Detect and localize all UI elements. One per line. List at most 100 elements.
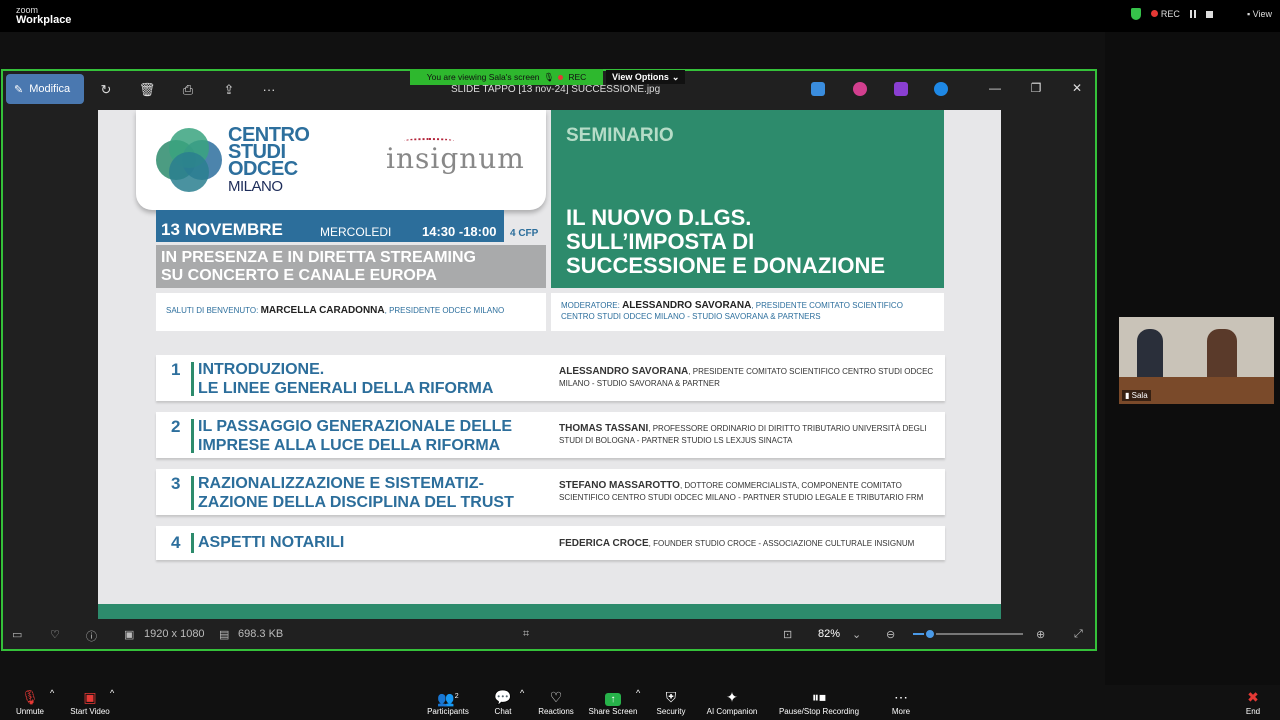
streaming-line: IN PRESENZA E IN DIRETTA STREAMING	[161, 249, 476, 266]
row-topic: ASPETTI NOTARILI	[198, 534, 345, 551]
image-canvas: CENTRO STUDI ODCEC MILANO insignum SEMIN…	[3, 109, 1095, 619]
row-number: 1	[171, 360, 181, 379]
view-label: View	[1252, 9, 1272, 19]
zoom-in-icon[interactable]: ⊕	[1036, 628, 1045, 641]
more-options-icon[interactable]: ···	[259, 80, 279, 100]
filmstrip-icon[interactable]: ▭	[12, 628, 22, 641]
clipchamp-app-icon[interactable]	[894, 82, 908, 96]
crop-scan-icon[interactable]: ⌗	[523, 628, 529, 641]
file-size-icon: ▤	[219, 629, 230, 641]
zoom-level[interactable]: 82%	[818, 628, 840, 640]
more-label: More	[891, 707, 911, 716]
end-button[interactable]: ✖ End	[1240, 685, 1266, 716]
row-topic: RAZIONALIZZAZIONE E SISTEMATIZ- ZAZIONE D…	[198, 475, 514, 511]
zoom-slider-thumb[interactable]	[923, 628, 936, 640]
fullscreen-icon[interactable]: ⤢	[1074, 628, 1083, 641]
security-label: Security	[656, 707, 686, 716]
end-label: End	[1245, 707, 1261, 716]
delete-icon[interactable]: 🗑	[137, 80, 157, 100]
copilot-app-icon[interactable]	[853, 82, 867, 96]
security-shield-icon[interactable]	[1130, 8, 1141, 20]
viewing-banner: You are viewing Sala's screen 🎙 REC	[410, 69, 603, 85]
security-button[interactable]: ⛨ Security	[654, 685, 688, 716]
share-screen-label: Share Screen	[588, 707, 638, 716]
more-dots-icon: ⋯	[894, 689, 908, 705]
edit-icon: ✎	[14, 83, 24, 96]
minimize-icon[interactable]: —	[986, 81, 1004, 95]
edit-button[interactable]: ✎ Modifica	[6, 74, 84, 104]
moderator-name: ALESSANDRO SAVORANA	[622, 300, 752, 311]
participants-count: 2	[454, 693, 459, 700]
ai-sparkle-icon: ✦	[726, 689, 738, 705]
chevron-down-icon: ⌄	[671, 71, 680, 82]
restore-icon[interactable]: ❐	[1027, 81, 1045, 95]
viewing-banner-text: You are viewing Sala's screen	[426, 72, 540, 82]
reactions-button[interactable]: ♡ Reactions	[536, 685, 576, 716]
image-dimensions: 1920 x 1080	[144, 628, 205, 640]
seminar-label: SEMINARIO	[566, 125, 674, 146]
seminar-slide-image: CENTRO STUDI ODCEC MILANO insignum SEMIN…	[98, 110, 1001, 619]
print-icon[interactable]: ⎙	[178, 80, 198, 100]
close-icon[interactable]: ✕	[1068, 81, 1086, 95]
share-screen-button[interactable]: ↑ Share Screen	[588, 685, 638, 716]
date-bar: 13 NOVEMBRE MERCOLEDI 14:30 -18:00	[156, 210, 504, 242]
chat-options-chevron-icon[interactable]: ^	[520, 688, 524, 698]
share-icon[interactable]: ⇪	[219, 80, 239, 100]
participants-button[interactable]: 👥2 Participants	[424, 685, 472, 716]
row-speaker: ALESSANDRO SAVORANA, PRESIDENTE COMITATO…	[559, 366, 934, 388]
row-divider	[191, 419, 194, 453]
pause-stop-icon: ⏸⏹	[812, 689, 826, 705]
row-divider	[191, 533, 194, 553]
unmute-button[interactable]: 🎙 Unmute	[12, 685, 48, 716]
seminar-title-line: SUCCESSIONE E DONAZIONE	[566, 253, 886, 278]
zoom-logo-line2: Workplace	[16, 14, 72, 26]
program-row: 3 RAZIONALIZZAZIONE E SISTEMATIZ- ZAZIONE…	[156, 469, 945, 515]
rec-label: REC	[1160, 9, 1180, 19]
ai-companion-button[interactable]: ✦ AI Companion	[704, 685, 760, 716]
mic-muted-icon: 🎙	[21, 689, 39, 705]
chat-button[interactable]: 💬 Chat	[488, 685, 518, 716]
video-off-icon: ▣	[83, 689, 97, 705]
view-button[interactable]: ▪ View	[1247, 9, 1272, 19]
row-divider	[191, 362, 194, 396]
participant-video-thumbnail[interactable]: ▮ Sala	[1119, 317, 1274, 404]
more-button[interactable]: ⋯ More	[886, 685, 916, 716]
streaming-box: IN PRESENZA E IN DIRETTA STREAMING SU CO…	[156, 245, 546, 288]
reactions-label: Reactions	[538, 707, 574, 716]
unmute-label: Unmute	[15, 707, 44, 716]
file-title: SLIDE TAPPO [13 nov-24] SUCCESSIONE.jpg	[451, 84, 661, 95]
program-row: 1 INTRODUZIONE. LE LINEE GENERALI DELLA R…	[156, 355, 945, 401]
moderator-label: MODERATORE:	[561, 301, 620, 310]
zoom-slider-track[interactable]	[913, 628, 1023, 640]
pause-recording-icon[interactable]	[1189, 10, 1196, 18]
seminar-title: IL NUOVO D.LGS. SULL’IMPOSTA DI SUCCESSI…	[566, 206, 885, 278]
onedrive-icon[interactable]	[934, 82, 948, 96]
start-video-button[interactable]: ▣ Start Video	[65, 685, 115, 716]
share-options-chevron-icon[interactable]: ^	[636, 688, 640, 698]
row-divider	[191, 476, 194, 510]
chat-icon: 💬	[494, 689, 512, 705]
rotate-icon[interactable]: ↻	[96, 80, 116, 100]
pause-stop-recording-button[interactable]: ⏸⏹ Pause/Stop Recording	[778, 685, 860, 716]
participant-person	[1207, 329, 1237, 379]
zoom-dropdown-chevron-icon[interactable]: ⌄	[852, 628, 861, 641]
streaming-line: SU CONCERTO E CANALE EUROPA	[161, 267, 437, 284]
end-call-icon: ✖	[1247, 689, 1259, 705]
event-day: MERCOLEDI	[320, 225, 392, 239]
chat-label: Chat	[494, 707, 512, 716]
zoom-out-icon[interactable]: ⊖	[886, 628, 895, 641]
centro-studi-text: CENTRO STUDI ODCEC MILANO	[228, 125, 310, 195]
audio-options-chevron-icon[interactable]: ^	[50, 688, 54, 698]
stop-recording-icon[interactable]	[1205, 10, 1213, 18]
info-icon[interactable]: ⓘ	[86, 628, 97, 644]
video-options-chevron-icon[interactable]: ^	[110, 688, 114, 698]
row-number: 2	[171, 417, 181, 436]
designer-app-icon[interactable]	[811, 82, 825, 96]
row-topic: INTRODUZIONE. LE LINEE GENERALI DELLA RIF…	[198, 361, 494, 397]
row-speaker: THOMAS TASSANI, PROFESSORE ORDINARIO DI …	[559, 423, 927, 445]
security-shield-icon: ⛨	[665, 689, 677, 705]
actual-size-icon[interactable]: ⊡	[783, 628, 792, 641]
zoom-logo: zoom Workplace	[16, 5, 72, 26]
favorite-heart-icon[interactable]: ♡	[50, 628, 60, 641]
view-options-button[interactable]: View Options ⌄	[606, 70, 686, 84]
